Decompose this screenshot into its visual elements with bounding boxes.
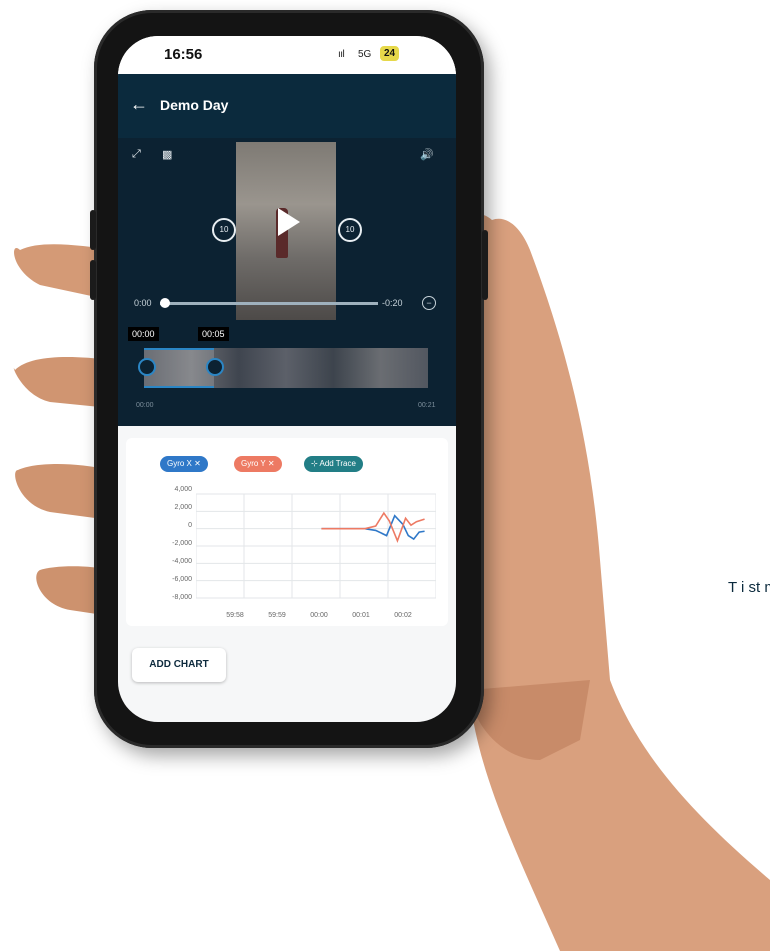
y-tick-label: -8,000 xyxy=(172,594,192,601)
x-tick-label: 59:59 xyxy=(268,612,286,619)
network-label: 5G xyxy=(358,49,372,60)
y-tick-label: -6,000 xyxy=(172,576,192,583)
x-tick-label: 00:02 xyxy=(394,612,412,619)
minus-circle-icon[interactable]: − xyxy=(422,296,436,310)
x-tick-label: 00:00 xyxy=(310,612,328,619)
progress-knob[interactable] xyxy=(160,298,170,308)
gyro-chart: 4,000 2,000 0 -2,000 -4,000 -6,000 -8,00… xyxy=(152,486,452,626)
y-tick-label: 4,000 xyxy=(174,486,192,493)
chart-plot-area xyxy=(196,493,436,599)
y-tick-label: -4,000 xyxy=(172,558,192,565)
chart-card: Gyro X ✕ Gyro Y ✕ ⊹ Add Trace 4,000 2,00… xyxy=(126,438,448,626)
trim-start-tag: 00:00 xyxy=(128,327,159,341)
trace-chip-gyro-y[interactable]: Gyro Y ✕ xyxy=(234,456,282,472)
arrow-left-icon[interactable]: ← xyxy=(130,94,148,115)
current-time: 0:00 xyxy=(134,298,152,308)
timeline-start-label: 00:00 xyxy=(136,402,154,409)
trim-start-handle[interactable] xyxy=(138,358,156,376)
trim-end-handle[interactable] xyxy=(206,358,224,376)
video-player[interactable]: ⤢ ▩ 🔊 10 10 0:00 -0:20 − xyxy=(118,138,456,324)
x-tick-label: 59:58 xyxy=(226,612,244,619)
add-chart-button[interactable]: ADD CHART xyxy=(132,648,226,682)
y-tick-label: -2,000 xyxy=(172,540,192,547)
video-progress-bar[interactable] xyxy=(160,298,378,308)
y-tick-label: 2,000 xyxy=(174,504,192,511)
y-tick-label: 0 xyxy=(188,522,192,529)
pip-icon[interactable]: ▩ xyxy=(162,148,172,161)
volume-button xyxy=(90,210,96,250)
battery-badge: 24 xyxy=(380,46,400,61)
status-bar: 16:56 ııl 5G 24 xyxy=(118,36,456,74)
volume-button xyxy=(90,260,96,300)
side-caption: T i st m xyxy=(728,579,770,596)
power-button xyxy=(482,230,488,300)
fullscreen-icon[interactable]: ⤢ xyxy=(132,148,141,161)
video-timeline[interactable]: 00:00 00:05 00:00 00:21 xyxy=(118,324,456,426)
phone-screen: 16:56 ııl 5G 24 ← Demo Day ⤢ ▩ 🔊 10 10 0… xyxy=(118,36,456,722)
status-time: 16:56 xyxy=(164,46,203,63)
trim-end-tag: 00:05 xyxy=(198,327,229,341)
trace-chip-gyro-x[interactable]: Gyro X ✕ xyxy=(160,456,208,472)
skip-forward-icon[interactable]: 10 xyxy=(338,218,362,242)
signal-icon: ııl xyxy=(338,49,345,60)
play-icon[interactable] xyxy=(278,208,300,236)
add-trace-button[interactable]: ⊹ Add Trace xyxy=(304,456,363,472)
volume-icon[interactable]: 🔊 xyxy=(420,148,434,161)
page-title: Demo Day xyxy=(160,97,229,113)
timeline-end-label: 00:21 xyxy=(418,402,436,409)
remaining-time: -0:20 xyxy=(382,298,403,308)
app-bar: ← Demo Day xyxy=(118,74,456,138)
skip-back-icon[interactable]: 10 xyxy=(212,218,236,242)
x-tick-label: 00:01 xyxy=(352,612,370,619)
